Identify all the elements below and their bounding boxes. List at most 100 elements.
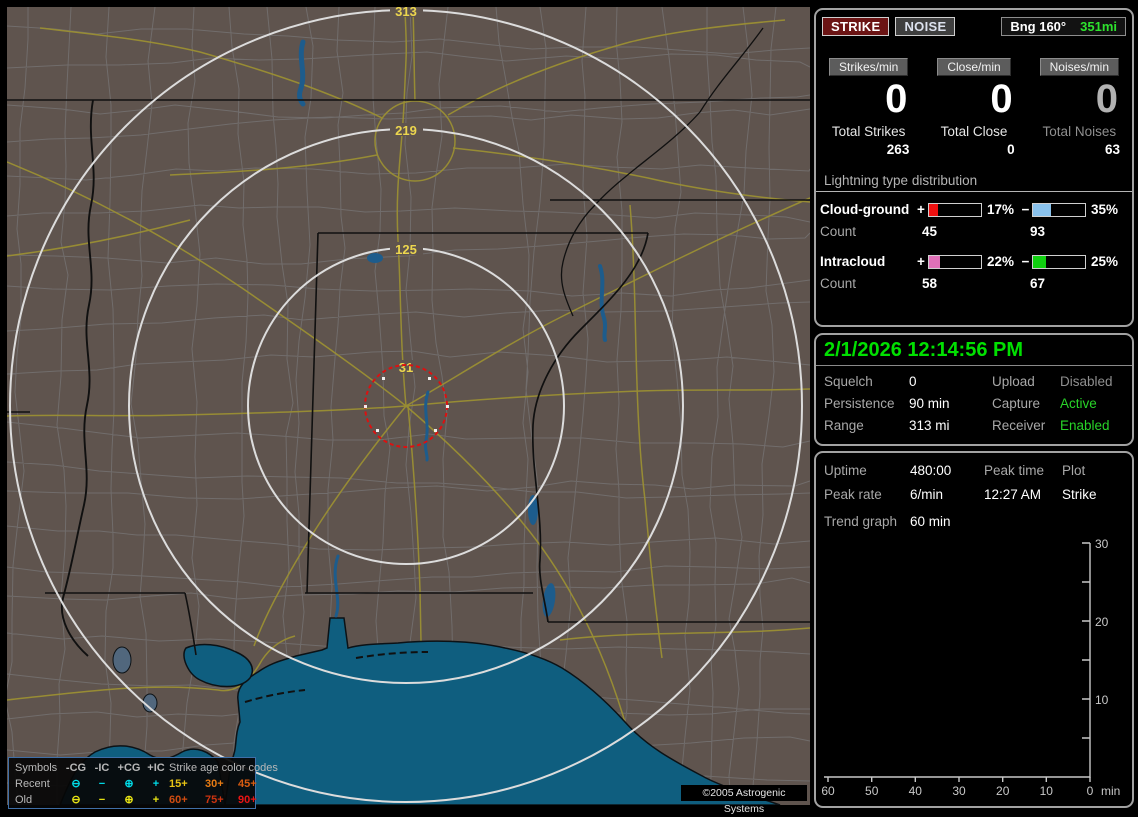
legend-old-label: Old	[15, 794, 33, 806]
ic-positive-count: 58	[922, 276, 938, 291]
bearing-box: Bng 160° 351mi	[1001, 17, 1126, 36]
intracloud-label: Intracloud	[820, 254, 886, 269]
ring-label-219: 219	[395, 123, 417, 138]
strike-button[interactable]: STRIKE	[822, 17, 890, 36]
cg-negative-count: 93	[1030, 224, 1046, 239]
uptime-label: Uptime	[824, 463, 867, 478]
ring-label-31: 31	[399, 360, 413, 375]
trend-graph-value: 60 min	[910, 514, 951, 529]
old-neg-ic-icon: −	[98, 794, 106, 806]
strike-map[interactable]: 313 219 125 31	[7, 7, 810, 805]
total-noises-label: Total Noises	[1042, 124, 1117, 139]
upload-status: Disabled	[1060, 374, 1113, 389]
app-window: { "map": { "ring_labels": ["313", "219",…	[0, 0, 1138, 815]
total-noises-value: 63	[1104, 142, 1120, 157]
ic-minus-sign: −	[1021, 254, 1030, 269]
x-tick-0: 0	[1087, 784, 1094, 798]
cg-positive-count: 45	[922, 224, 938, 239]
ic-negative-bar	[1032, 254, 1086, 269]
recent-neg-cg-icon: ⊖	[71, 778, 81, 790]
old-pos-ic-icon: +	[152, 794, 160, 806]
cg-count-label: Count	[820, 224, 857, 239]
distribution-heading: Lightning type distribution	[816, 173, 1132, 192]
legend-symbols-header: Symbols	[15, 762, 58, 774]
trend-graph-label: Trend graph	[824, 514, 898, 529]
ic-positive-pct: 22%	[987, 254, 1015, 269]
plot-value: Strike	[1062, 487, 1097, 502]
y-tick-10: 10	[1095, 693, 1109, 707]
cg-positive-bar	[928, 202, 982, 217]
legend-col-pos-cg: +CG	[117, 762, 141, 774]
noise-button[interactable]: NOISE	[895, 17, 956, 36]
cg-negative-bar	[1032, 202, 1086, 217]
ring-label-125: 125	[395, 242, 417, 257]
ring-label-313: 313	[395, 7, 417, 19]
cg-plus-sign: +	[917, 202, 925, 217]
age-75: 75+	[205, 794, 224, 806]
legend-col-neg-cg: -CG	[65, 762, 87, 774]
ic-count-label: Count	[820, 276, 857, 291]
age-30: 30+	[205, 778, 224, 790]
status-panel: 2/1/2026 12:14:56 PM Squelch 0 Upload Di…	[814, 333, 1134, 446]
uptime-value: 480:00	[910, 463, 952, 478]
old-neg-cg-icon: ⊖	[71, 794, 81, 806]
x-tick-20: 20	[996, 784, 1010, 798]
ic-plus-sign: +	[917, 254, 925, 269]
datetime-display: 2/1/2026 12:14:56 PM	[816, 335, 1132, 366]
noises-per-min-chip[interactable]: Noises/min	[1039, 58, 1119, 76]
cloud-ground-label: Cloud-ground	[820, 202, 910, 217]
age-15: 15+	[169, 778, 188, 790]
x-tick-60: 60	[821, 784, 835, 798]
legend-age-header: Strike age color codes	[169, 762, 278, 774]
squelch-value: 0	[909, 374, 917, 389]
legend-col-pos-ic: +IC	[147, 762, 165, 774]
x-axis-unit: min	[1101, 784, 1120, 798]
plot-label: Plot	[1062, 463, 1086, 478]
cg-positive-pct: 17%	[987, 202, 1015, 217]
persistence-value: 90 min	[909, 396, 950, 411]
ic-negative-count: 67	[1030, 276, 1046, 291]
peak-rate-value: 6/min	[910, 487, 944, 502]
receiver-status: Enabled	[1060, 418, 1110, 433]
peak-time-label: Peak time	[984, 463, 1045, 478]
strike-counter-panel: STRIKE NOISE Bng 160° 351mi Strikes/min …	[814, 8, 1134, 327]
recent-neg-ic-icon: −	[98, 778, 106, 790]
graph-axes	[824, 543, 1091, 778]
close-per-min-chip[interactable]: Close/min	[937, 58, 1011, 76]
peak-time-value: 12:27 AM	[984, 487, 1042, 502]
legend-recent-label: Recent	[15, 778, 50, 790]
y-tick-20: 20	[1095, 615, 1109, 629]
close-per-min-value: 0	[990, 77, 1013, 121]
strikes-per-min-chip[interactable]: Strikes/min	[828, 58, 909, 76]
total-strikes-label: Total Strikes	[831, 124, 906, 139]
capture-label: Capture	[992, 396, 1041, 411]
total-strikes-value: 263	[886, 142, 910, 157]
x-tick-50: 50	[865, 784, 879, 798]
age-60: 60+	[169, 794, 188, 806]
cg-negative-pct: 35%	[1091, 202, 1119, 217]
y-tick-30: 30	[1095, 538, 1109, 551]
total-close-value: 0	[1007, 142, 1015, 157]
copyright-label: ©2005 Astrogenic Systems	[681, 785, 807, 815]
legend-col-neg-ic: -IC	[94, 762, 110, 774]
age-45: 45+	[238, 778, 257, 790]
recent-pos-ic-icon: +	[152, 778, 160, 790]
x-tick-10: 10	[1040, 784, 1054, 798]
receiver-label: Receiver	[992, 418, 1046, 433]
bearing-label: Bng 160°	[1010, 19, 1067, 34]
symbols-legend: Symbols -CG -IC +CG +IC Strike age color…	[8, 757, 278, 809]
total-close-label: Total Close	[940, 124, 1008, 139]
peak-rate-label: Peak rate	[824, 487, 882, 502]
trend-panel: Uptime 480:00 Peak time Plot Peak rate 6…	[814, 451, 1134, 808]
ic-negative-pct: 25%	[1091, 254, 1119, 269]
squelch-label: Squelch	[824, 374, 873, 389]
recent-pos-cg-icon: ⊕	[124, 778, 134, 790]
x-tick-30: 30	[952, 784, 966, 798]
range-label: Range	[824, 418, 864, 433]
persistence-label: Persistence	[824, 396, 895, 411]
cg-minus-sign: −	[1021, 202, 1030, 217]
upload-label: Upload	[992, 374, 1035, 389]
strikes-per-min-value: 0	[885, 77, 908, 121]
range-value: 313 mi	[909, 418, 950, 433]
ic-positive-bar	[928, 254, 982, 269]
